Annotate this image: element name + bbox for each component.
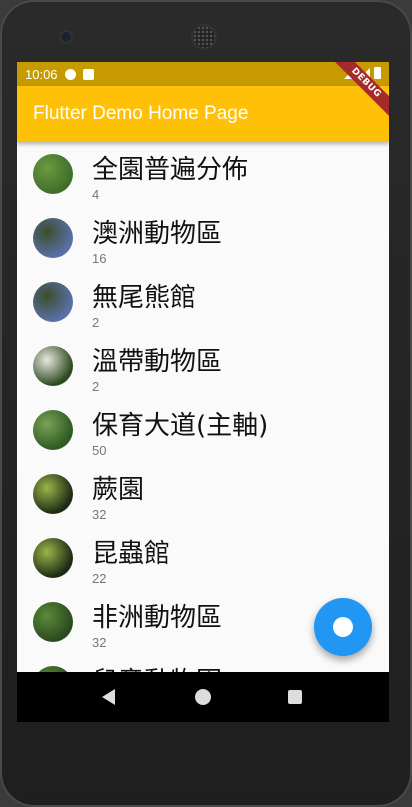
phone-frame: 10:06 Flutter Demo Home Page DEBUG 全園普遍分… [0,0,412,807]
list-item-count: 2 [92,315,100,330]
list-item[interactable]: 澳洲動物區 16 [17,206,389,270]
recents-icon[interactable] [288,690,302,704]
list-item-count: 32 [92,507,107,522]
app-bar: Flutter Demo Home Page [17,86,389,142]
status-bar: 10:06 [17,62,389,86]
list-item-count: 22 [92,571,107,586]
list-item-count: 50 [92,443,107,458]
floating-action-button[interactable] [314,598,372,656]
earpiece-speaker [193,26,215,48]
list-item-title: 蕨園 [92,475,145,505]
list-item-count: 2 [92,379,100,394]
leaf-photo-avatar [33,282,73,322]
navigation-bar [17,672,389,722]
battery-icon [374,67,381,79]
home-icon[interactable] [195,689,211,705]
leaf-photo-avatar [33,218,73,258]
list-item-count: 4 [92,187,100,202]
leaf-photo-avatar [33,538,73,578]
page-title: Flutter Demo Home Page [33,103,249,124]
list-item[interactable]: 蕨園 32 [17,462,389,526]
leaf-photo-avatar [33,602,73,642]
list-item-count: 16 [92,251,107,266]
list-item-title: 澳洲動物區 [92,219,223,249]
app-notification-icon [64,68,76,80]
list-item[interactable]: 保育大道(主軸) 50 [17,398,389,462]
list-item-title: 非洲動物區 [92,603,223,633]
leaf-photo-avatar [33,154,73,194]
list-item-count: 32 [92,635,107,650]
list-item[interactable]: 全園普遍分佈 4 [17,142,389,206]
list-item-title: 溫帶動物區 [92,347,223,377]
leaf-photo-avatar [33,474,73,514]
screen: 10:06 Flutter Demo Home Page DEBUG 全園普遍分… [17,62,389,722]
list-item-title: 全園普遍分佈 [92,155,249,185]
back-icon[interactable] [102,689,115,705]
list-item[interactable]: 溫帶動物區 2 [17,334,389,398]
list-item[interactable]: 無尾熊館 2 [17,270,389,334]
front-camera [61,32,71,42]
leaf-photo-avatar [33,346,73,386]
list-item-title: 昆蟲館 [92,539,171,569]
list-item-title: 無尾熊館 [92,283,197,313]
list-item[interactable]: 昆蟲館 22 [17,526,389,590]
sd-card-icon [82,68,94,80]
list-item-title: 保育大道(主軸) [92,411,269,441]
status-time: 10:06 [25,66,58,82]
top-bezel [0,0,412,62]
leaf-photo-avatar [33,410,73,450]
circle-icon [333,617,353,637]
